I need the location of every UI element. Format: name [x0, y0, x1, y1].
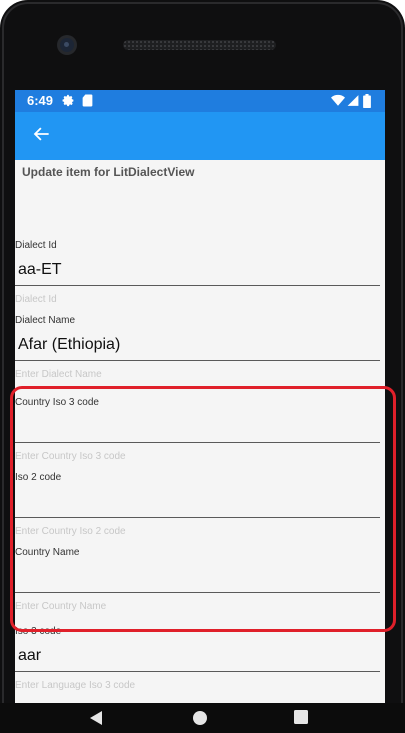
recents-square-icon[interactable] [294, 710, 308, 729]
language-iso3-field: Iso 3 code aar Enter Language Iso 3 code [15, 626, 380, 701]
iso2-label: Iso 2 code [15, 472, 62, 483]
battery-icon [363, 94, 371, 113]
front-camera [60, 38, 74, 52]
back-triangle-icon[interactable] [89, 710, 103, 731]
country-name-field: Country Name Enter Country Name [15, 547, 380, 622]
app-screen: 6:49 Update item for LitDialectView Dial… [15, 90, 385, 733]
country-name-input[interactable] [15, 561, 380, 593]
sd-card-icon [82, 94, 93, 112]
iso2-input[interactable] [15, 486, 380, 518]
iso2-placeholder: Enter Country Iso 2 code [15, 526, 126, 537]
cell-signal-icon [347, 94, 359, 112]
app-toolbar [15, 112, 385, 160]
language-iso3-placeholder: Enter Language Iso 3 code [15, 680, 136, 691]
dialect-id-placeholder: Dialect Id [15, 294, 57, 305]
dialect-name-field: Dialect Name Afar (Ethiopia) Enter Diale… [15, 315, 380, 390]
status-bar: 6:49 [15, 90, 385, 112]
language-iso3-input[interactable]: aar [15, 640, 380, 672]
dialect-id-label: Dialect Id [15, 240, 57, 251]
country-iso3-field: Country Iso 3 code Enter Country Iso 3 c… [15, 397, 380, 472]
back-button[interactable] [25, 120, 57, 152]
country-name-placeholder: Enter Country Name [15, 601, 107, 612]
country-iso3-label: Country Iso 3 code [15, 397, 99, 408]
country-iso3-input[interactable] [15, 411, 380, 443]
dialect-name-input[interactable]: Afar (Ethiopia) [15, 329, 380, 361]
dialect-name-placeholder: Enter Dialect Name [15, 369, 102, 380]
dialect-name-label: Dialect Name [15, 315, 76, 326]
dialect-id-input[interactable]: aa-ET [15, 254, 380, 286]
iso2-field: Iso 2 code Enter Country Iso 2 code [15, 472, 380, 547]
phone-frame: 6:49 Update item for LitDialectView Dial… [0, 0, 405, 733]
earpiece-speaker [123, 40, 276, 50]
arrow-left-icon [32, 125, 50, 148]
dialect-id-field: Dialect Id aa-ET Dialect Id [15, 240, 380, 315]
home-circle-icon[interactable] [192, 710, 208, 731]
form-content: Update item for LitDialectView Dialect I… [15, 160, 385, 703]
language-iso3-label: Iso 3 code [15, 626, 62, 637]
gear-icon [62, 94, 75, 112]
wifi-icon [331, 94, 345, 112]
country-name-label: Country Name [15, 547, 80, 558]
page-title: Update item for LitDialectView [22, 165, 195, 179]
system-nav-bar [0, 703, 405, 733]
status-time: 6:49 [27, 93, 54, 108]
country-iso3-placeholder: Enter Country Iso 3 code [15, 451, 126, 462]
